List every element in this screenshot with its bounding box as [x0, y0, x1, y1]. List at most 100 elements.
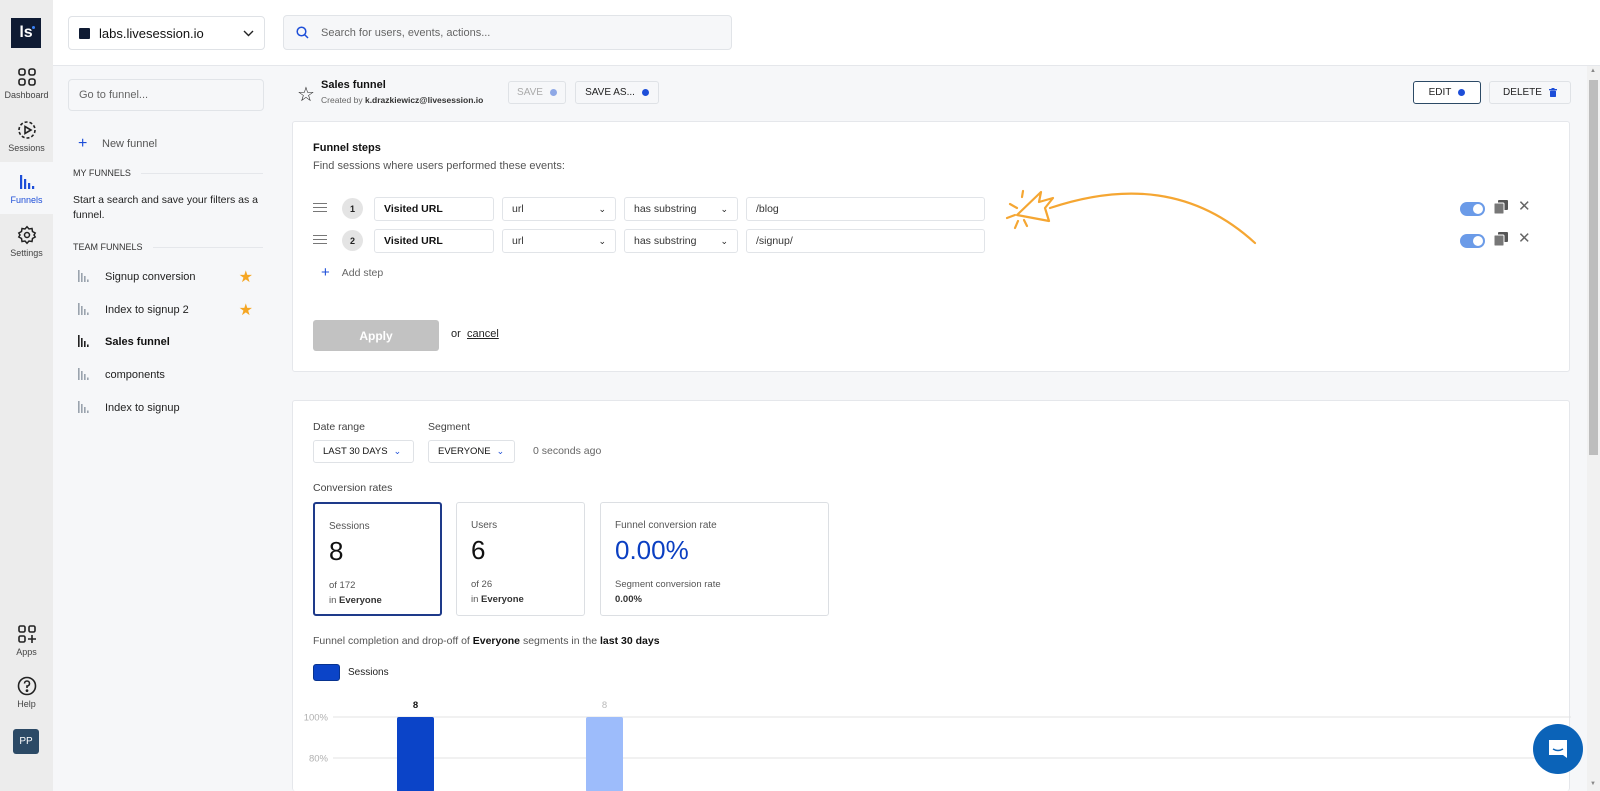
scroll-up-icon[interactable]: ▲ — [1590, 68, 1596, 74]
funnel-name: Signup conversion — [105, 271, 196, 283]
funnel-bars-icon — [78, 334, 89, 347]
operator-select[interactable]: has substring ⌄ — [624, 229, 738, 253]
chat-launcher-button[interactable] — [1533, 724, 1583, 774]
funnel-item[interactable]: Index to signup 2 ★ — [78, 299, 253, 321]
nav-label: Settings — [10, 247, 43, 258]
play-circle-icon — [17, 120, 36, 139]
sessions-value: 8 — [329, 536, 344, 566]
operator-select[interactable]: has substring ⌄ — [624, 197, 738, 221]
save-icon — [641, 89, 649, 96]
cancel-link[interactable]: cancel — [467, 328, 499, 340]
scroll-down-icon[interactable]: ▼ — [1590, 781, 1596, 787]
drag-handle-icon[interactable] — [313, 203, 327, 215]
property-select[interactable]: url ⌄ — [502, 229, 616, 253]
funnel-item[interactable]: Signup conversion ★ — [78, 266, 253, 288]
value-input[interactable]: /blog — [746, 197, 985, 221]
plus-icon: + — [78, 135, 88, 152]
bar-data-label: 8 — [413, 700, 418, 711]
sessions-metric-card[interactable]: Sessions 8 of 172 in Everyone — [313, 502, 442, 616]
edit-icon — [1458, 89, 1466, 96]
nav-label: Funnels — [10, 194, 43, 205]
funnel-item[interactable]: components — [78, 364, 253, 386]
vertical-scrollbar[interactable]: ▲ ▼ — [1587, 66, 1600, 791]
event-type-field[interactable]: Visited URL — [374, 229, 494, 253]
property-select[interactable]: url ⌄ — [502, 197, 616, 221]
plus-icon: + — [321, 264, 330, 281]
livesession-logo[interactable]: ls — [11, 18, 41, 48]
funnel-bars-icon — [78, 400, 89, 413]
funnel-conversion-value: 0.00% — [615, 535, 689, 565]
nav-apps[interactable]: Apps — [0, 614, 53, 666]
gear-icon — [17, 225, 36, 244]
nav-help[interactable]: Help — [0, 666, 53, 718]
chevron-down-icon — [243, 30, 254, 36]
funnel-steps-card: Funnel steps Find sessions where users p… — [292, 121, 1570, 372]
value-input[interactable]: /signup/ — [746, 229, 985, 253]
funnel-name: Sales funnel — [105, 336, 170, 348]
trash-icon — [1548, 88, 1557, 97]
event-type-field[interactable]: Visited URL — [374, 197, 494, 221]
nav-funnels[interactable]: Funnels — [0, 162, 53, 214]
drag-handle-icon[interactable] — [313, 235, 327, 247]
duplicate-icon[interactable] — [1494, 200, 1508, 214]
scrollbar-thumb[interactable] — [1589, 80, 1598, 455]
funnel-title: Sales funnel — [321, 79, 386, 91]
step-number: 2 — [342, 230, 363, 251]
chevron-down-icon: ⌄ — [393, 446, 402, 456]
nav-dashboard[interactable]: Dashboard — [0, 57, 53, 109]
nav-sessions[interactable]: Sessions — [0, 110, 53, 162]
users-metric-card[interactable]: Users 6 of 26 in Everyone — [456, 502, 585, 616]
top-bar: labs.livesession.io — [53, 0, 1600, 66]
apply-button[interactable]: Apply — [313, 320, 439, 351]
duplicate-icon[interactable] — [1494, 232, 1508, 246]
chevron-down-icon: ⌄ — [598, 235, 606, 246]
segment-select[interactable]: EVERYONE ⌄ — [428, 440, 515, 463]
global-search — [283, 15, 732, 50]
star-filled-icon[interactable]: ★ — [239, 267, 253, 287]
my-funnels-empty-message: Start a search and save your filters as … — [73, 194, 259, 221]
grid-icon — [17, 67, 36, 86]
bar-data-label: 8 — [602, 700, 607, 711]
search-icon — [296, 26, 309, 39]
funnel-name: Index to signup 2 — [105, 304, 189, 316]
step-enabled-toggle[interactable] — [1460, 202, 1485, 216]
save-as-button[interactable]: SAVE AS... — [575, 81, 659, 104]
date-range-select[interactable]: LAST 30 DAYS ⌄ — [313, 440, 414, 463]
remove-step-icon[interactable]: ✕ — [1518, 197, 1531, 215]
nav-label: Help — [17, 698, 36, 709]
funnel-steps-title: Funnel steps — [313, 142, 381, 154]
new-funnel-label: New funnel — [102, 138, 158, 150]
user-avatar[interactable]: PP — [13, 729, 39, 754]
help-circle-icon — [17, 676, 36, 695]
funnel-item[interactable]: Index to signup — [78, 397, 253, 419]
step-enabled-toggle[interactable] — [1460, 234, 1485, 248]
nav-label: Dashboard — [4, 89, 49, 100]
favorite-star-icon[interactable]: ☆ — [297, 82, 315, 107]
apps-add-icon — [17, 624, 36, 643]
conversion-metric-card[interactable]: Funnel conversion rate 0.00% Segment con… — [600, 502, 829, 616]
site-selector[interactable]: labs.livesession.io — [68, 16, 265, 50]
edit-button[interactable]: EDIT — [1413, 81, 1481, 104]
search-input[interactable] — [321, 26, 701, 39]
last-updated: 0 seconds ago — [533, 445, 602, 457]
nav-settings[interactable]: Settings — [0, 215, 53, 267]
y-tick-label: 80% — [309, 754, 329, 765]
save-icon — [549, 89, 557, 96]
conversion-rates-label: Conversion rates — [313, 482, 393, 494]
my-funnels-heading: MY FUNNELS — [73, 168, 263, 178]
goto-funnel-input[interactable] — [68, 79, 264, 111]
save-button[interactable]: SAVE — [508, 81, 566, 104]
delete-button[interactable]: DELETE — [1489, 81, 1571, 104]
funnel-created-by: Created by k.drazkiewicz@livesession.io — [321, 95, 484, 105]
funnel-sidebar: + New funnel MY FUNNELS Start a search a… — [53, 66, 285, 791]
chevron-down-icon: ⌄ — [496, 446, 505, 456]
new-funnel-button[interactable]: + New funnel — [78, 135, 157, 153]
funnel-bars-icon — [78, 367, 89, 380]
star-filled-icon[interactable]: ★ — [239, 300, 253, 320]
nav-label: Sessions — [8, 142, 45, 153]
or-label: or — [451, 328, 461, 340]
remove-step-icon[interactable]: ✕ — [1518, 229, 1531, 247]
funnel-item-active[interactable]: Sales funnel — [78, 331, 253, 353]
legend-swatch[interactable] — [313, 664, 340, 681]
add-step-button[interactable]: + Add step — [321, 264, 383, 281]
